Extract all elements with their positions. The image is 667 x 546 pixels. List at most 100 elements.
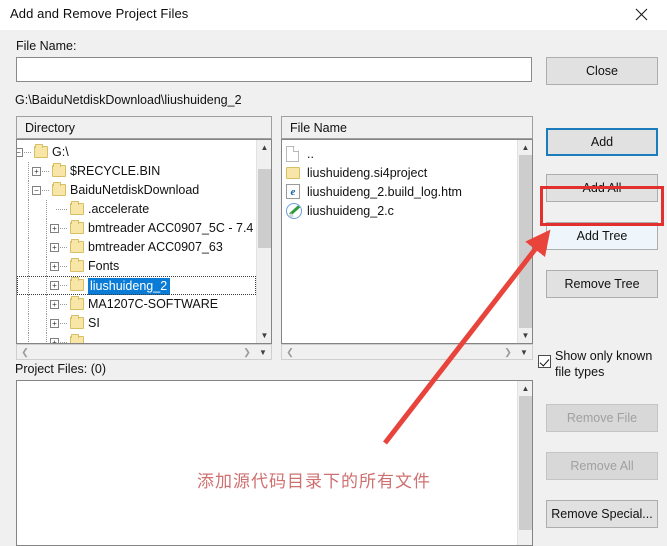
file-list-item[interactable]: liushuideng.si4project: [286, 163, 517, 182]
add-all-button[interactable]: Add All: [546, 174, 658, 202]
tree-expand-icon[interactable]: +: [50, 243, 59, 252]
close-button[interactable]: Close: [546, 57, 658, 85]
file-list-item[interactable]: ..: [286, 144, 517, 163]
scroll-right-icon[interactable]: ❯: [500, 345, 516, 359]
tree-collapse-icon[interactable]: −: [32, 186, 41, 195]
file-column-header-label: File Name: [290, 120, 347, 135]
directory-tree-item-label: SI: [88, 316, 100, 330]
directory-tree-item-label: .accelerate: [88, 202, 150, 216]
directory-tree-item-label: bmtreader ACC0907_5C - 7.4: [88, 221, 254, 235]
tree-expand-icon[interactable]: +: [32, 167, 41, 176]
add-button[interactable]: Add: [546, 128, 658, 156]
file-list-item[interactable]: liushuideng_2.c: [286, 201, 517, 220]
scroll-up-icon[interactable]: ▲: [518, 140, 533, 155]
remove-tree-button[interactable]: Remove Tree: [546, 270, 658, 298]
tree-expand-icon[interactable]: +: [50, 224, 59, 233]
directory-vertical-scrollbar[interactable]: ▲ ▼: [256, 140, 271, 343]
tree-guide-line: [28, 295, 29, 314]
scroll-left-icon[interactable]: ❮: [17, 345, 33, 359]
file-name-input[interactable]: [16, 57, 532, 82]
add-remove-project-files-dialog: Add and Remove Project Files File Name: …: [0, 0, 667, 546]
tree-expand-icon[interactable]: +: [50, 338, 59, 343]
project-files-label: Project Files: (0): [15, 362, 106, 376]
scrollbar-thumb[interactable]: [519, 155, 532, 328]
directory-tree-item[interactable]: + bmtreader ACC0907_5C - 7.4: [17, 219, 256, 238]
directory-tree-item[interactable]: + SI: [17, 314, 256, 333]
folder-icon: [70, 239, 84, 253]
directory-tree-item[interactable]: + liushuideng_2: [17, 276, 256, 295]
close-window-button[interactable]: [619, 0, 663, 28]
tree-guide-line: [28, 238, 29, 257]
selection-focus-rect: [17, 276, 256, 295]
window-title: Add and Remove Project Files: [10, 6, 189, 21]
directory-tree-item[interactable]: +: [17, 333, 256, 343]
directory-tree-item-label: MA1207C-SOFTWARE: [88, 297, 219, 311]
scroll-right-icon[interactable]: ❯: [239, 345, 255, 359]
scroll-corner-down-icon[interactable]: ▼: [516, 345, 532, 359]
scrollbar-thumb[interactable]: [519, 396, 532, 530]
tree-guide-line: [28, 219, 29, 238]
folder-icon: [52, 182, 66, 196]
tree-guide-line: [28, 162, 29, 181]
directory-tree-item[interactable]: − G:\: [17, 143, 256, 162]
directory-horizontal-scrollbar[interactable]: ❮ ❯ ▼: [16, 344, 272, 360]
scroll-up-icon[interactable]: ▲: [257, 140, 272, 155]
scroll-corner-down-icon[interactable]: ▼: [255, 345, 271, 359]
folder-icon: [52, 163, 66, 177]
directory-tree-item[interactable]: + bmtreader ACC0907_63: [17, 238, 256, 257]
show-only-known-file-types-checkbox[interactable]: Show only known file types: [538, 348, 664, 380]
file-list-panel[interactable]: .. liushuideng.si4project e liushuideng_2.b…: [281, 139, 533, 344]
folder-icon: [70, 334, 84, 343]
tree-expand-icon[interactable]: +: [50, 262, 59, 271]
dialog-body: File Name: G:\BaiduNetdiskDownload\liush…: [0, 30, 667, 546]
tree-guide-line: [46, 295, 47, 314]
project-files-panel[interactable]: ▲: [16, 380, 533, 546]
directory-tree-item[interactable]: + Fonts: [17, 257, 256, 276]
directory-tree-viewport: − G:\ + $RECYCLE.BIN − BaiduNetdiskDownload .a…: [17, 140, 256, 343]
file-list-item-label: liushuideng.si4project: [307, 165, 428, 180]
remove-special-button[interactable]: Remove Special...: [546, 500, 658, 528]
directory-column-header: Directory: [16, 116, 272, 139]
directory-tree[interactable]: − G:\ + $RECYCLE.BIN − BaiduNetdiskDownload .a…: [17, 140, 256, 343]
tree-guide-line: [28, 257, 29, 276]
close-x-icon: [635, 8, 647, 20]
tree-guide-line: [46, 219, 47, 238]
tree-guide-line: [28, 314, 29, 333]
folder-icon: [34, 144, 48, 158]
add-tree-button[interactable]: Add Tree: [546, 222, 658, 250]
file-list-item-label: liushuideng_2.build_log.htm: [307, 184, 462, 199]
current-path-label: G:\BaiduNetdiskDownload\liushuideng_2: [15, 93, 242, 107]
file-vertical-scrollbar[interactable]: ▲ ▼: [517, 140, 532, 343]
scroll-left-icon[interactable]: ❮: [282, 345, 298, 359]
directory-tree-panel[interactable]: − G:\ + $RECYCLE.BIN − BaiduNetdiskDownload .a…: [16, 139, 272, 344]
annotation-note-text: 添加源代码目录下的所有文件: [197, 472, 431, 492]
tree-guide-line: [28, 333, 29, 343]
file-list-item-label: liushuideng_2.c: [307, 203, 394, 218]
page-icon: [286, 145, 304, 162]
tree-collapse-icon[interactable]: −: [17, 148, 23, 157]
tree-guide-line: [46, 257, 47, 276]
directory-tree-item[interactable]: − BaiduNetdiskDownload: [17, 181, 256, 200]
project-files-vertical-scrollbar[interactable]: ▲: [517, 381, 532, 545]
folder-icon: [70, 315, 84, 329]
file-horizontal-scrollbar[interactable]: ❮ ❯ ▼: [281, 344, 533, 360]
file-list-item[interactable]: e liushuideng_2.build_log.htm: [286, 182, 517, 201]
scrollbar-thumb[interactable]: [258, 169, 271, 248]
remove-file-button: Remove File: [546, 404, 658, 432]
scroll-down-icon[interactable]: ▼: [518, 328, 533, 343]
tree-expand-icon[interactable]: +: [50, 300, 59, 309]
c-source-icon: [286, 202, 304, 219]
directory-tree-item[interactable]: + $RECYCLE.BIN: [17, 162, 256, 181]
folder-icon: [70, 201, 84, 215]
directory-tree-item[interactable]: + MA1207C-SOFTWARE: [17, 295, 256, 314]
tree-expand-icon[interactable]: +: [50, 319, 59, 328]
file-list[interactable]: .. liushuideng.si4project e liushuideng_2.b…: [282, 140, 517, 220]
checkbox-check-icon[interactable]: [538, 355, 551, 368]
directory-tree-item-label: Fonts: [88, 259, 120, 273]
tree-guide-line: [46, 314, 47, 333]
directory-tree-item[interactable]: .accelerate: [17, 200, 256, 219]
scroll-down-icon[interactable]: ▼: [257, 328, 272, 343]
tree-guide-line: [46, 200, 47, 219]
folder-icon: [70, 296, 84, 310]
scroll-up-icon[interactable]: ▲: [518, 381, 533, 396]
